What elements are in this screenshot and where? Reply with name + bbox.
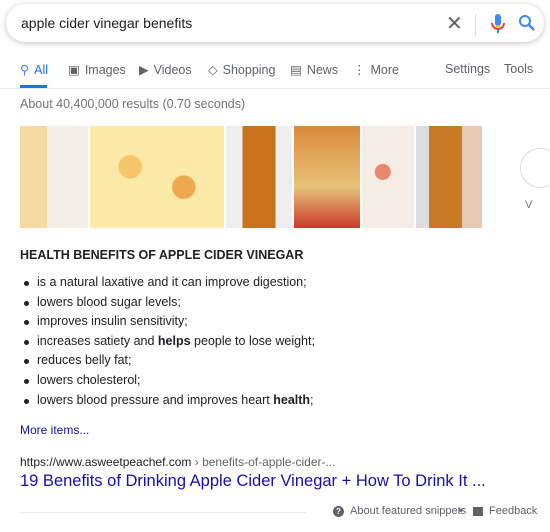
microphone-icon[interactable] xyxy=(491,14,505,34)
tab-more[interactable]: ⋮ More xyxy=(353,62,399,78)
more-items-link[interactable]: More items... xyxy=(20,423,89,437)
snippet-heading: HEALTH BENEFITS OF APPLE CIDER VINEGAR xyxy=(20,248,304,262)
play-icon: ▶ xyxy=(139,63,149,77)
tab-videos[interactable]: ▶ Videos xyxy=(139,62,192,78)
image-result[interactable] xyxy=(226,126,292,228)
image-result[interactable] xyxy=(416,126,482,228)
list-item: lowers blood sugar levels; xyxy=(20,293,315,313)
divider xyxy=(475,14,476,36)
image-result[interactable] xyxy=(294,126,360,228)
list-item: lowers cholesterol; xyxy=(20,371,315,391)
search-icon: ⚲ xyxy=(20,63,30,77)
result-stats: About 40,400,000 results (0.70 seconds) xyxy=(20,97,246,111)
feedback-link[interactable]: Feedback xyxy=(473,505,537,517)
settings-link[interactable]: Settings xyxy=(445,62,490,76)
divider xyxy=(20,512,306,513)
image-icon: ▣ xyxy=(68,63,80,77)
list-item: is a natural laxative and it can improve… xyxy=(20,273,315,293)
search-input[interactable]: apple cider vinegar benefits xyxy=(21,15,192,31)
tab-images[interactable]: ▣ Images xyxy=(68,62,126,78)
snippet-list: is a natural laxative and it can improve… xyxy=(20,273,315,410)
clear-icon[interactable]: ✕ xyxy=(446,11,463,36)
tag-icon: ◇ xyxy=(208,63,218,77)
list-item: reduces belly fat; xyxy=(20,351,315,371)
list-item: improves insulin sensitivity; xyxy=(20,312,315,332)
tools-link[interactable]: Tools xyxy=(504,62,533,76)
image-result[interactable] xyxy=(362,126,414,228)
search-box[interactable]: apple cider vinegar benefits ✕ xyxy=(6,4,544,42)
result-url[interactable]: https://www.asweetpeachef.com › benefits… xyxy=(20,455,335,469)
tab-all[interactable]: ⚲ All xyxy=(20,62,48,78)
feedback-icon xyxy=(473,506,483,516)
tab-shopping[interactable]: ◇ Shopping xyxy=(208,62,275,78)
more-vert-icon: ⋮ xyxy=(353,63,366,77)
news-icon: ▤ xyxy=(290,63,302,77)
tab-news[interactable]: ▤ News xyxy=(290,62,338,78)
footer-separator: • xyxy=(459,505,463,517)
image-strip-label: V xyxy=(525,199,533,211)
search-tabs: ⚲ All ▣ Images ▶ Videos ◇ Shopping ▤ News ⋮ Mo… xyxy=(0,62,550,88)
next-images-button[interactable] xyxy=(520,148,550,188)
list-item: lowers blood pressure and improves heart… xyxy=(20,391,315,411)
about-snippets-link[interactable]: ? About featured snippets xyxy=(333,505,466,517)
image-result[interactable] xyxy=(20,126,88,228)
image-result[interactable] xyxy=(90,126,224,228)
help-icon: ? xyxy=(333,505,344,517)
list-item: increases satiety and helps people to lo… xyxy=(20,332,315,352)
result-title-link[interactable]: 19 Benefits of Drinking Apple Cider Vine… xyxy=(20,472,486,491)
divider xyxy=(0,88,550,89)
search-icon[interactable] xyxy=(518,14,536,32)
